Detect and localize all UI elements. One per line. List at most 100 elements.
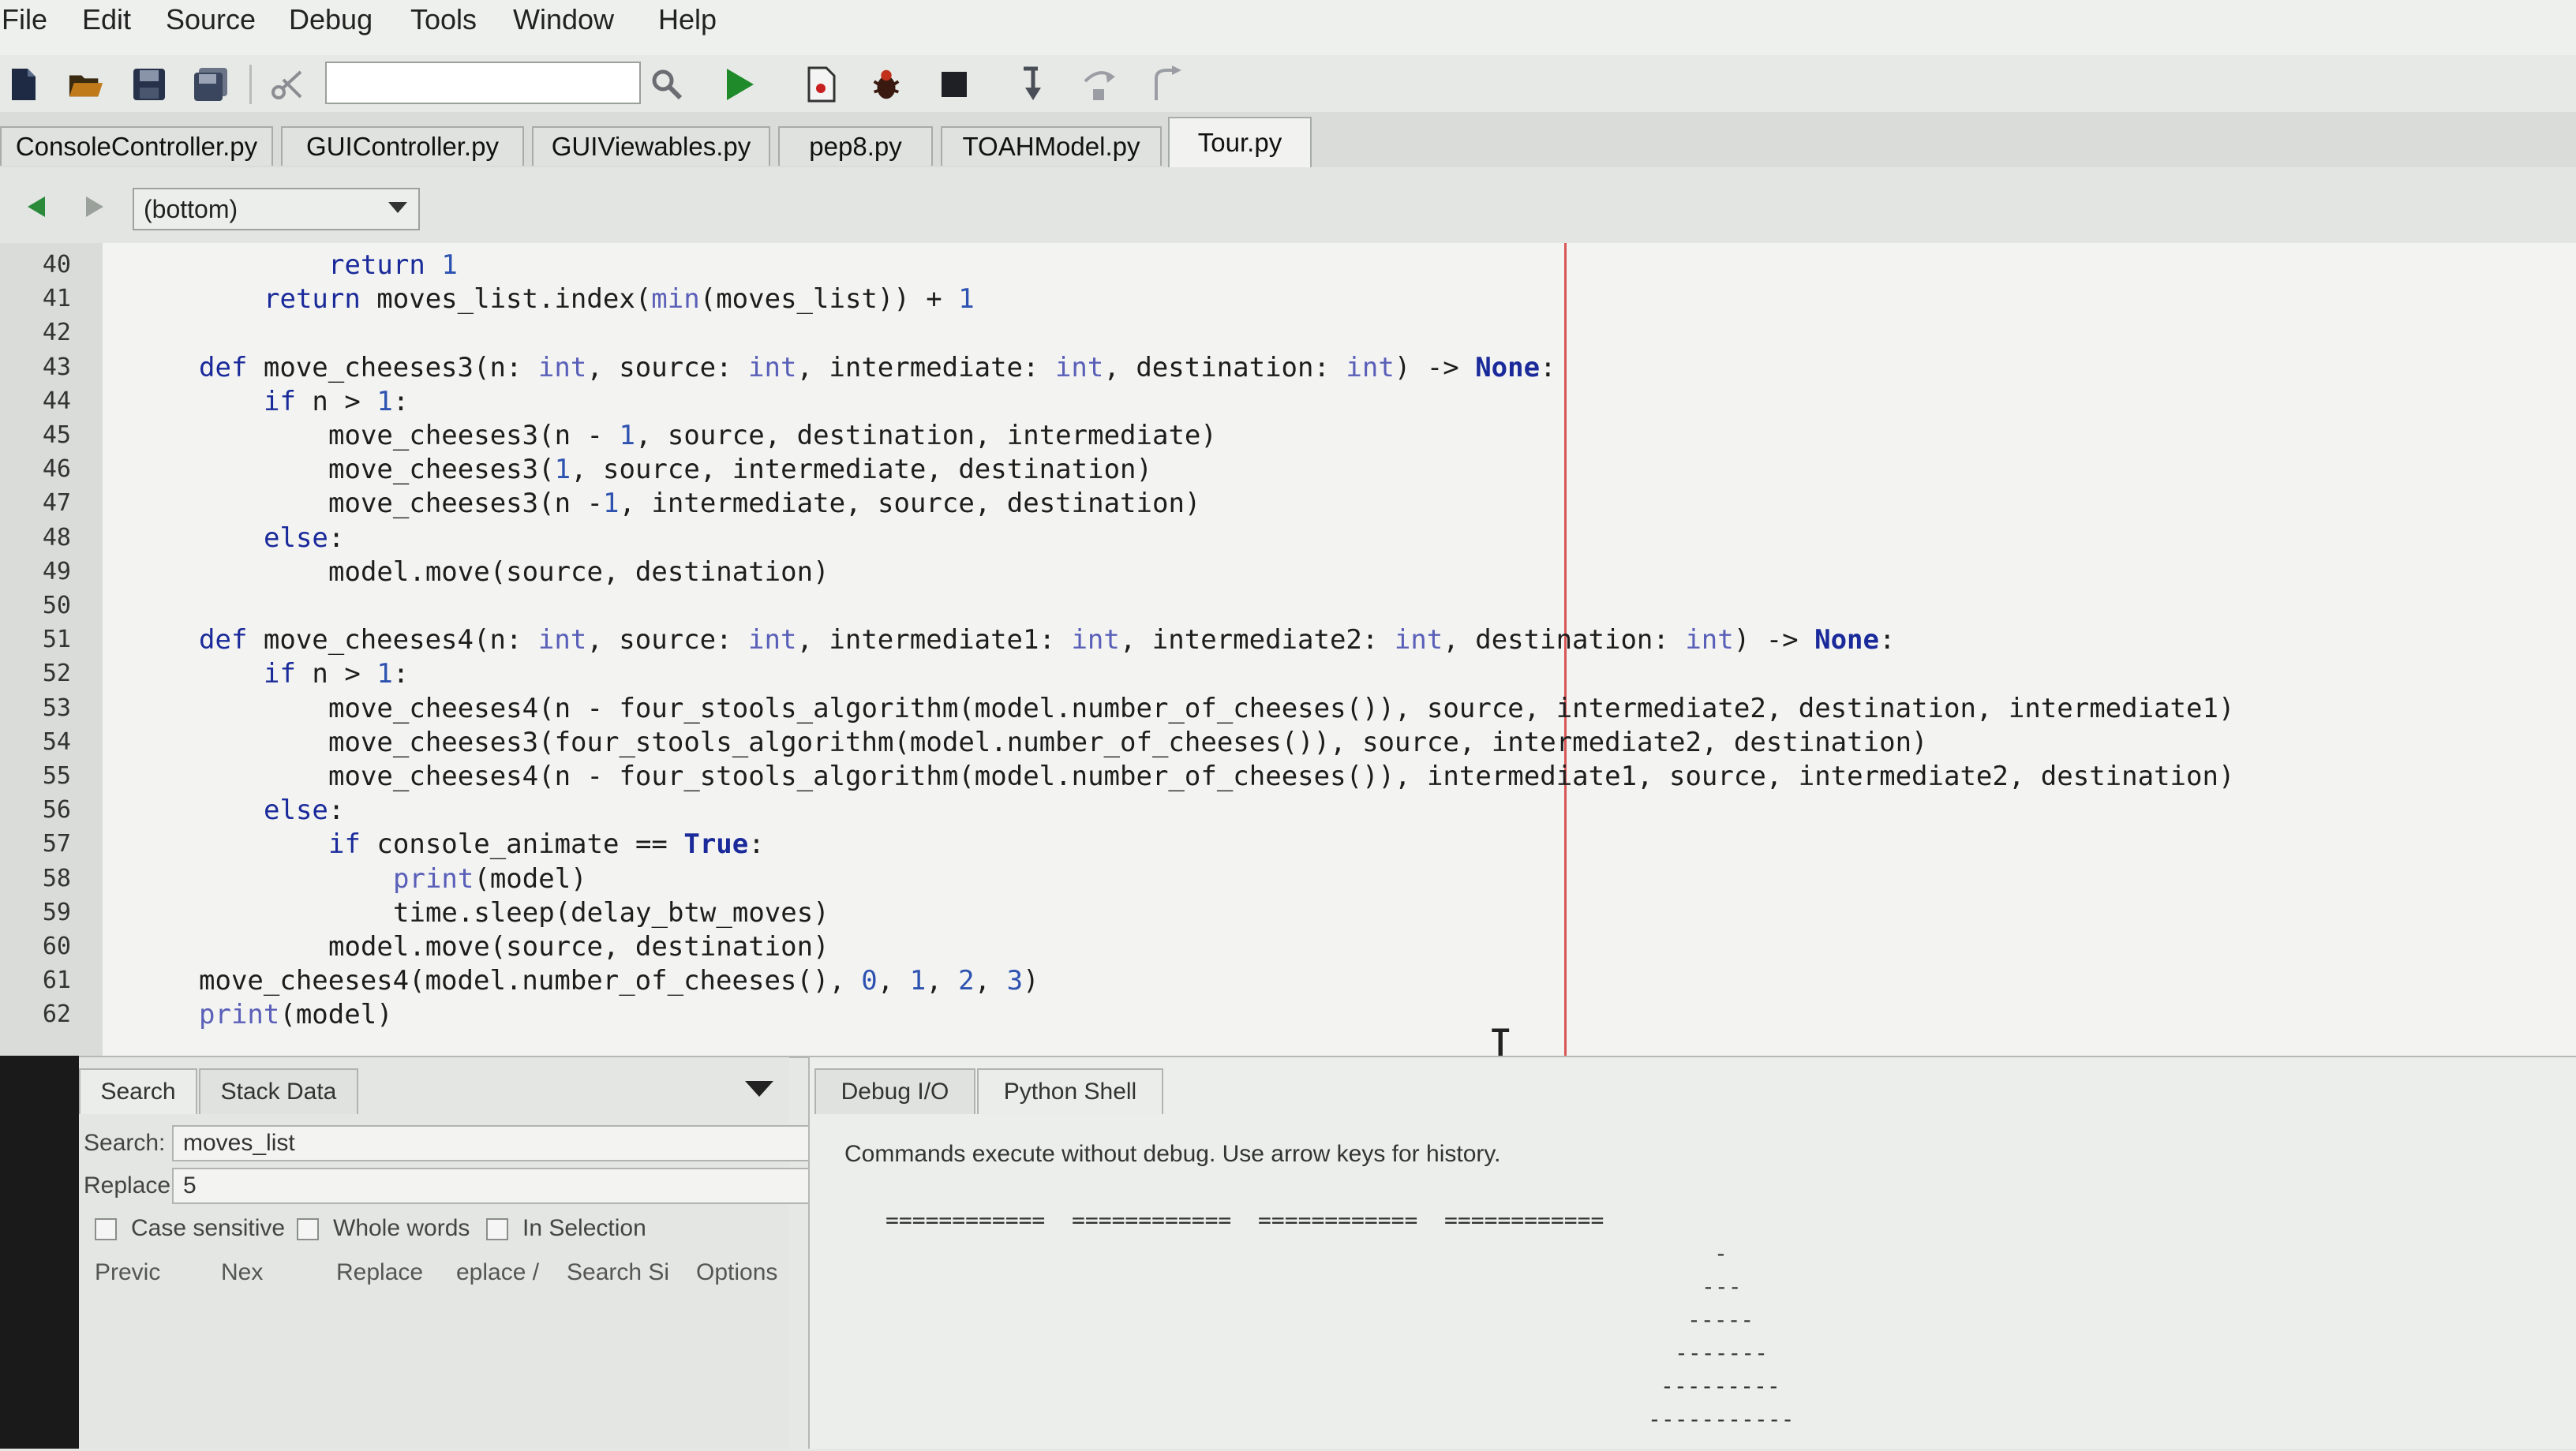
toolbar-search-input[interactable] — [325, 62, 641, 104]
scope-dropdown[interactable]: (bottom) — [133, 188, 420, 230]
panel-menu-icon[interactable] — [745, 1081, 773, 1097]
menu-tools[interactable]: Tools — [410, 3, 477, 36]
scope-dropdown-value: (bottom) — [144, 194, 238, 223]
chevron-down-icon — [388, 202, 407, 213]
line-number: 55 — [42, 762, 71, 790]
code-line[interactable]: time.sleep(delay_btw_moves) — [393, 897, 829, 929]
line-number: 57 — [42, 830, 71, 858]
code-line[interactable]: model.move(source, destination) — [328, 931, 829, 963]
stop-icon[interactable] — [936, 66, 972, 103]
in-selection-checkbox[interactable] — [486, 1218, 508, 1240]
line-number: 48 — [42, 523, 71, 552]
code-line[interactable]: move_cheeses4(n - four_stools_algorithm(… — [328, 693, 2234, 724]
next-button[interactable]: Nex — [221, 1259, 263, 1286]
open-folder-icon[interactable] — [68, 66, 104, 103]
menu-edit[interactable]: Edit — [82, 3, 131, 36]
search-panel: Search Stack Data Search: moves_list Rep… — [79, 1057, 859, 1449]
code-line[interactable]: if n > 1: — [264, 658, 409, 690]
code-line[interactable]: return 1 — [328, 249, 458, 281]
code-line[interactable]: def move_cheeses4(n: int, source: int, i… — [199, 624, 1895, 656]
tab-guiviewables[interactable]: GUIViewables.py — [532, 126, 770, 166]
search-icon[interactable] — [649, 66, 685, 103]
tab-stack-data[interactable]: Stack Data — [199, 1068, 358, 1114]
toolbar — [0, 55, 2576, 112]
line-number: 56 — [42, 796, 71, 825]
cut-icon[interactable] — [268, 66, 305, 103]
code-line[interactable]: def move_cheeses3(n: int, source: int, i… — [199, 352, 1556, 383]
step-out-icon[interactable] — [1148, 65, 1184, 103]
replace-button[interactable]: Replace — [336, 1259, 423, 1286]
line-number: 49 — [42, 557, 71, 585]
code-line[interactable]: else: — [264, 522, 344, 554]
line-number-gutter: 40 41 42 43 44 45 46 47 48 49 50 51 52 53 54 55 56 57 58 59… — [0, 243, 103, 1056]
menu-source[interactable]: Source — [166, 3, 256, 36]
shell-panel: Debug I/O Python Shell Commands execute … — [808, 1057, 2576, 1449]
editor-nav-bar: (bottom) — [0, 167, 2576, 243]
tab-guicontroller[interactable]: GUIController.py — [281, 126, 524, 166]
case-sensitive-label: Case sensitive — [131, 1215, 286, 1241]
search-label: Search: — [84, 1130, 166, 1156]
code-line[interactable]: print(model) — [393, 863, 587, 895]
menu-help[interactable]: Help — [658, 3, 717, 36]
tab-tour[interactable]: Tour.py — [1168, 117, 1312, 167]
new-file-icon[interactable] — [5, 66, 41, 103]
toolbar-separator — [249, 65, 252, 104]
code-line[interactable]: move_cheeses3(n - 1, source, destination… — [328, 420, 1217, 451]
code-line[interactable]: return moves_list.index(min(moves_list))… — [264, 283, 975, 315]
save-all-icon[interactable] — [193, 66, 229, 103]
screen-bezel — [0, 1056, 79, 1449]
line-number: 52 — [42, 660, 71, 688]
code-line[interactable]: move_cheeses4(model.number_of_cheeses(),… — [199, 965, 1039, 997]
shell-message: Commands execute without debug. Use arro… — [844, 1141, 1501, 1167]
toggle-breakpoint-icon[interactable] — [803, 66, 840, 103]
forward-arrow-icon[interactable] — [79, 191, 110, 223]
back-arrow-icon[interactable] — [21, 191, 52, 223]
file-tabs: ConsoleController.py GUIController.py GU… — [0, 112, 2576, 169]
tab-consolecontroller[interactable]: ConsoleController.py — [0, 126, 273, 166]
code-line[interactable]: move_cheeses4(n - four_stools_algorithm(… — [328, 761, 2234, 792]
tab-search[interactable]: Search — [79, 1068, 197, 1114]
tab-python-shell[interactable]: Python Shell — [977, 1068, 1163, 1114]
line-number: 46 — [42, 455, 71, 484]
step-into-icon[interactable] — [1015, 66, 1051, 103]
code-editor[interactable]: I return 1 return moves_list.index(min(mo… — [103, 243, 2576, 1056]
ide-window: File Edit Source Debug Tools Window Help — [0, 0, 2576, 1451]
case-sensitive-checkbox[interactable] — [95, 1218, 117, 1240]
code-line[interactable]: model.move(source, destination) — [328, 556, 829, 588]
code-line[interactable]: print(model) — [199, 999, 393, 1030]
line-number: 40 — [42, 251, 71, 279]
line-number: 62 — [42, 1000, 71, 1029]
code-line[interactable]: if console_animate == True: — [328, 828, 765, 860]
line-number: 45 — [42, 421, 71, 449]
previous-button[interactable]: Previc — [95, 1259, 160, 1286]
menu-file[interactable]: File — [2, 3, 47, 36]
tab-pep8[interactable]: pep8.py — [778, 126, 933, 166]
search-field[interactable]: moves_list — [172, 1125, 859, 1161]
line-number: 58 — [42, 864, 71, 892]
shell-output-line: --- — [1702, 1273, 1742, 1300]
replace-field[interactable]: 5 — [172, 1168, 859, 1204]
options-button[interactable]: Options — [696, 1259, 777, 1286]
run-icon[interactable] — [721, 66, 758, 103]
code-line[interactable]: move_cheeses3(four_stools_algorithm(mode… — [328, 727, 1928, 758]
code-line[interactable]: move_cheeses3(1, source, intermediate, d… — [328, 454, 1152, 485]
debug-bug-icon[interactable] — [868, 66, 904, 103]
code-line[interactable]: if n > 1: — [264, 386, 409, 417]
shell-output-line: - — [1714, 1240, 1728, 1266]
search-field-value: moves_list — [183, 1130, 295, 1156]
menu-window[interactable]: Window — [513, 3, 614, 36]
tab-toahmodel[interactable]: TOAHModel.py — [941, 126, 1162, 166]
code-line[interactable]: move_cheeses3(n -1, intermediate, source… — [328, 488, 1200, 519]
whole-words-checkbox[interactable] — [297, 1218, 319, 1240]
tab-debug-io[interactable]: Debug I/O — [814, 1068, 975, 1114]
search-files-button[interactable]: Search Si — [567, 1259, 669, 1286]
menu-debug[interactable]: Debug — [289, 3, 373, 36]
code-line[interactable]: else: — [264, 795, 344, 826]
line-number: 60 — [42, 933, 71, 960]
shell-output-line: ------- — [1675, 1340, 1769, 1366]
line-number: 50 — [42, 592, 71, 619]
step-over-icon[interactable] — [1081, 66, 1118, 103]
replace-all-button[interactable]: eplace / — [456, 1259, 539, 1286]
save-icon[interactable] — [131, 66, 167, 103]
line-number: 51 — [42, 626, 71, 654]
